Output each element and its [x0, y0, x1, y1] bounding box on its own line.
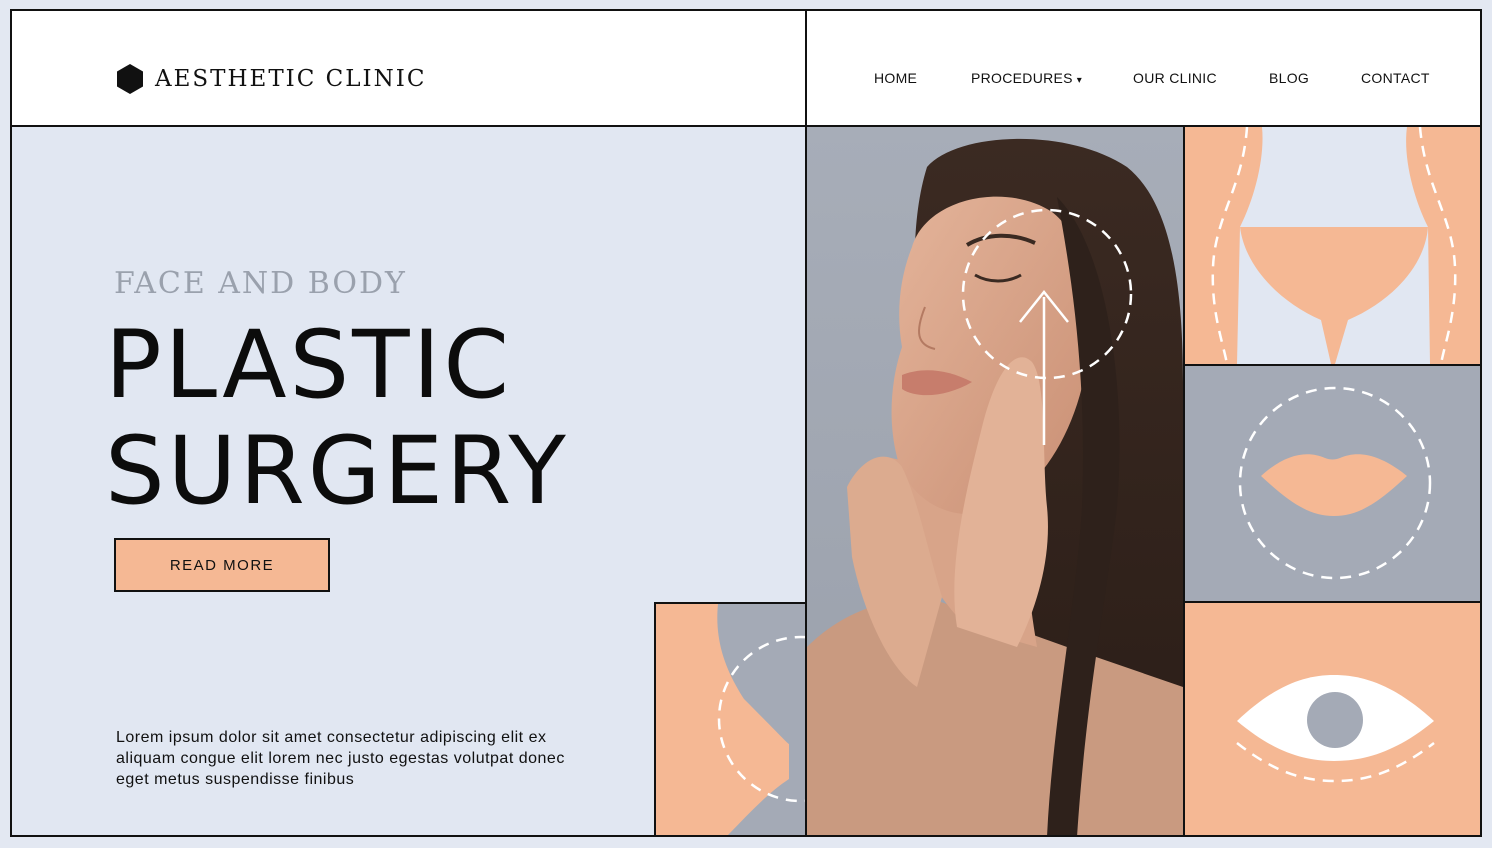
nav-procedures[interactable]: PROCEDURES ▾: [971, 70, 1082, 86]
breast-contour-tile: [654, 602, 807, 835]
brand-logo[interactable]: AESTHETIC CLINIC: [115, 63, 426, 95]
eye-icon: [1236, 675, 1435, 783]
nav-contact[interactable]: CONTACT: [1361, 70, 1430, 86]
nav-procedures-label: PROCEDURES: [971, 70, 1073, 86]
hero-title-line2: SURGERY: [105, 417, 569, 526]
chevron-down-icon: ▾: [1076, 75, 1083, 86]
woman-portrait-image: [807, 127, 1183, 835]
body-contour-tile: [1183, 127, 1480, 366]
body-contour-icon: [1211, 127, 1457, 364]
hero-description: Lorem ipsum dolor sit amet consectetur a…: [116, 729, 565, 788]
breast-contour-icon: [656, 604, 805, 835]
eye-tile: [1183, 603, 1480, 835]
hero-eyebrow: FACE AND BODY: [114, 266, 407, 301]
vertical-divider: [805, 11, 807, 835]
site-header: AESTHETIC CLINIC HOME PROCEDURES ▾ OUR CL…: [12, 11, 1480, 127]
hexagon-icon: [117, 64, 143, 94]
hero-title-line1: PLASTIC: [105, 311, 512, 420]
lips-tile: [1183, 366, 1480, 603]
lips-icon: [1238, 386, 1432, 580]
hero-title: PLASTIC SURGERY: [105, 313, 569, 525]
read-more-button[interactable]: READ MORE: [114, 538, 330, 592]
brand-name: AESTHETIC CLINIC: [155, 66, 427, 92]
hero-photo: [807, 127, 1183, 835]
nav-blog[interactable]: BLOG: [1269, 70, 1309, 86]
nav-home[interactable]: HOME: [874, 70, 917, 86]
page-frame: AESTHETIC CLINIC HOME PROCEDURES ▾ OUR CL…: [10, 9, 1482, 837]
nav-our-clinic[interactable]: OUR CLINIC: [1133, 70, 1217, 86]
